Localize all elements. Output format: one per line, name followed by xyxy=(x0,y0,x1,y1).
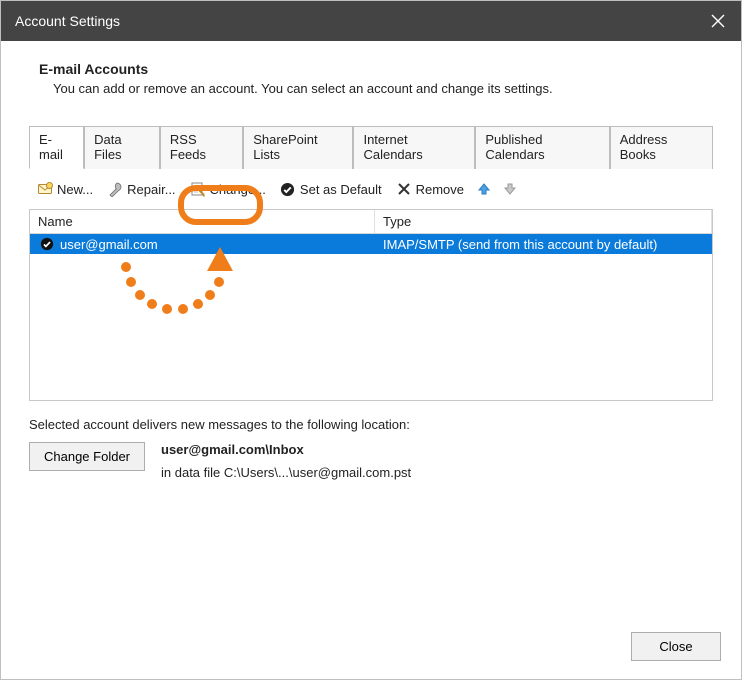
content-area: E-mail Accounts You can add or remove an… xyxy=(1,41,741,622)
new-button[interactable]: New... xyxy=(33,179,97,199)
change-icon xyxy=(190,181,206,197)
titlebar: Account Settings xyxy=(1,1,741,41)
repair-button-label: Repair... xyxy=(127,182,175,197)
column-header-name[interactable]: Name xyxy=(30,210,375,233)
column-header-type[interactable]: Type xyxy=(375,210,712,233)
new-button-label: New... xyxy=(57,182,93,197)
delivery-location: user@gmail.com\Inbox xyxy=(161,442,411,457)
move-up-button[interactable] xyxy=(474,179,494,199)
tab-rss-feeds[interactable]: RSS Feeds xyxy=(160,126,243,169)
tab-email[interactable]: E-mail xyxy=(29,126,84,169)
change-folder-button[interactable]: Change Folder xyxy=(29,442,145,471)
close-icon[interactable] xyxy=(709,12,727,30)
arrow-down-icon xyxy=(502,181,518,197)
delivery-section: Selected account delivers new messages t… xyxy=(29,417,713,480)
tab-data-files[interactable]: Data Files xyxy=(84,126,160,169)
remove-x-icon xyxy=(396,181,412,197)
account-name-cell: user@gmail.com xyxy=(30,236,375,253)
account-list: Name Type user@gmail.com IMAP/SMTP (send… xyxy=(29,209,713,401)
new-mail-icon xyxy=(37,181,53,197)
arrow-up-icon xyxy=(476,181,492,197)
delivery-label: Selected account delivers new messages t… xyxy=(29,417,713,432)
check-circle-icon xyxy=(280,181,296,197)
close-button[interactable]: Close xyxy=(631,632,721,661)
repair-button[interactable]: Repair... xyxy=(103,179,179,199)
account-type-cell: IMAP/SMTP (send from this account by def… xyxy=(375,236,712,253)
dialog-footer: Close xyxy=(1,622,741,679)
toolbar: New... Repair... Change... Set as Defaul… xyxy=(29,169,713,209)
account-type: IMAP/SMTP (send from this account by def… xyxy=(383,237,657,252)
check-circle-icon xyxy=(40,237,54,251)
section-title: E-mail Accounts xyxy=(39,61,713,77)
set-default-button[interactable]: Set as Default xyxy=(276,179,386,199)
tab-published-calendars[interactable]: Published Calendars xyxy=(475,126,609,169)
tab-bar: E-mail Data Files RSS Feeds SharePoint L… xyxy=(29,126,713,169)
delivery-data-file: in data file C:\Users\...\user@gmail.com… xyxy=(161,465,411,480)
change-button-label: Change... xyxy=(210,182,266,197)
window-title: Account Settings xyxy=(15,13,120,29)
account-name: user@gmail.com xyxy=(60,237,158,252)
repair-icon xyxy=(107,181,123,197)
tab-address-books[interactable]: Address Books xyxy=(610,126,713,169)
table-row[interactable]: user@gmail.com IMAP/SMTP (send from this… xyxy=(30,234,712,254)
move-down-button[interactable] xyxy=(500,179,520,199)
section-description: You can add or remove an account. You ca… xyxy=(53,81,713,96)
account-settings-window: Account Settings E-mail Accounts You can… xyxy=(0,0,742,680)
set-default-button-label: Set as Default xyxy=(300,182,382,197)
tab-sharepoint-lists[interactable]: SharePoint Lists xyxy=(243,126,353,169)
account-list-header: Name Type xyxy=(30,210,712,234)
delivery-details: user@gmail.com\Inbox in data file C:\Use… xyxy=(161,442,411,480)
change-button[interactable]: Change... xyxy=(186,179,270,199)
remove-button-label: Remove xyxy=(416,182,464,197)
tab-internet-calendars[interactable]: Internet Calendars xyxy=(353,126,475,169)
remove-button[interactable]: Remove xyxy=(392,179,468,199)
